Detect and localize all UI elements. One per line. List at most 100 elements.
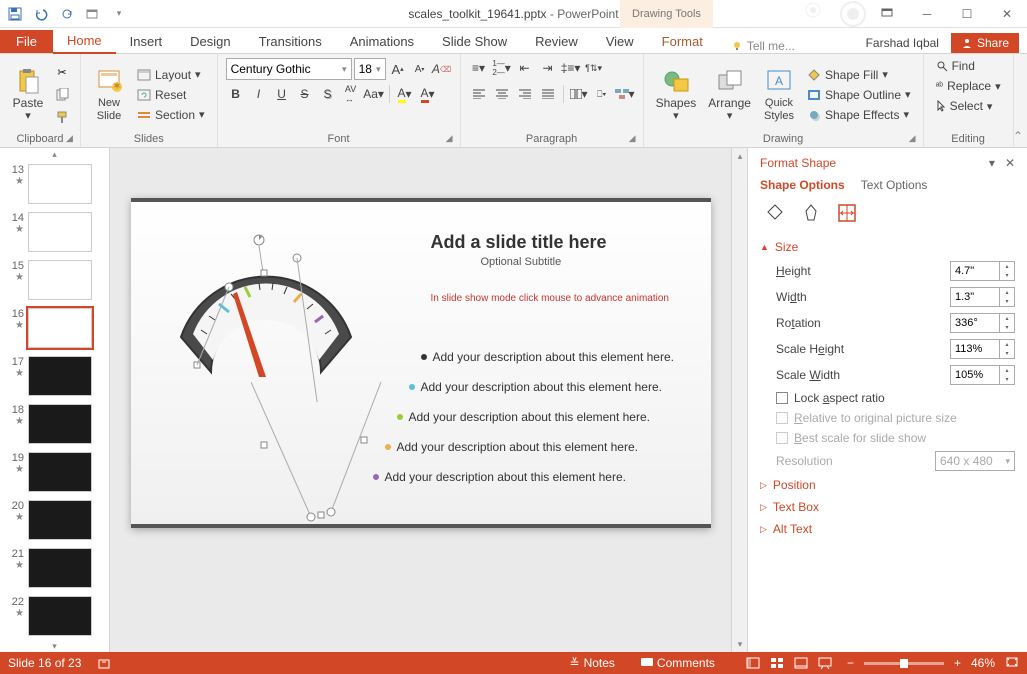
gauge-shape[interactable] (151, 222, 381, 402)
smartart-icon[interactable]: ▾ (615, 84, 635, 104)
thumbnail-17[interactable]: 17★ (0, 352, 109, 400)
thumbnail-14[interactable]: 14★ (0, 208, 109, 256)
thumbnail-22[interactable]: 22★ (0, 592, 109, 640)
reset-button[interactable]: Reset (133, 87, 209, 103)
strikethrough-icon[interactable]: S (295, 84, 315, 104)
underline-icon[interactable]: U (272, 84, 292, 104)
ribbon-options-icon[interactable] (867, 0, 907, 28)
thumbnail-15[interactable]: 15★ (0, 256, 109, 304)
comments-button[interactable]: Comments (641, 656, 715, 670)
transitions-tab[interactable]: Transitions (245, 30, 336, 53)
clear-formatting-icon[interactable]: A⌫ (432, 59, 452, 79)
undo-icon[interactable] (30, 3, 52, 25)
share-button[interactable]: Share (951, 33, 1019, 53)
line-spacing-icon[interactable]: ‡≡▾ (561, 58, 581, 78)
zoom-in-icon[interactable]: + (954, 656, 961, 670)
zoom-level[interactable]: 46% (971, 656, 995, 670)
bullet-4[interactable]: Add your description about this element … (373, 470, 626, 484)
copy-icon[interactable] (52, 85, 72, 105)
sorter-view-icon[interactable] (765, 653, 789, 673)
size-section[interactable]: ▲Size (760, 236, 1015, 258)
arrange-button[interactable]: Arrange▾ (704, 58, 755, 131)
insert-tab[interactable]: Insert (116, 30, 177, 53)
highlight-icon[interactable]: A▾ (395, 84, 415, 104)
rotation-spinner[interactable]: ▴▾ (950, 313, 1015, 333)
bullets-icon[interactable]: ≡▾ (469, 58, 489, 78)
scale-height-spinner[interactable]: ▴▾ (950, 339, 1015, 359)
align-left-icon[interactable] (469, 84, 489, 104)
align-right-icon[interactable] (515, 84, 535, 104)
design-tab[interactable]: Design (176, 30, 244, 53)
thumbnail-20[interactable]: 20★ (0, 496, 109, 544)
replace-button[interactable]: ᵃᵇReplace ▾ (932, 78, 1005, 94)
normal-view-icon[interactable] (741, 653, 765, 673)
find-button[interactable]: Find (932, 58, 1005, 74)
textbox-section[interactable]: ▷Text Box (760, 496, 1015, 518)
pane-close-icon[interactable]: ✕ (1005, 156, 1015, 170)
zoom-out-icon[interactable]: − (847, 656, 854, 670)
bullet-0[interactable]: Add your description about this element … (421, 350, 674, 364)
grow-font-icon[interactable]: A▴ (388, 59, 408, 79)
align-text-icon[interactable]: ⎕▾ (592, 84, 612, 104)
paragraph-launcher[interactable]: ◢ (629, 133, 641, 145)
zoom-slider[interactable] (864, 662, 944, 665)
char-spacing-icon[interactable]: AV↔ (341, 84, 361, 104)
new-slide-button[interactable]: ✶ New Slide (89, 58, 129, 131)
review-tab[interactable]: Review (521, 30, 592, 53)
drawing-launcher[interactable]: ◢ (909, 133, 921, 145)
fit-to-window-icon[interactable] (1005, 656, 1019, 671)
maximize-icon[interactable]: ☐ (947, 0, 987, 28)
font-name-combo[interactable]: Century Gothic▾ (226, 58, 352, 80)
fill-line-icon[interactable] (764, 202, 786, 224)
slide-subtitle[interactable]: Optional Subtitle (481, 256, 562, 268)
italic-icon[interactable]: I (249, 84, 269, 104)
spell-check-icon[interactable] (97, 656, 111, 670)
close-icon[interactable]: ✕ (987, 0, 1027, 28)
pane-menu-icon[interactable]: ▾ (989, 156, 995, 170)
slide-note[interactable]: In slide show mode click mouse to advanc… (431, 292, 681, 305)
shape-options-tab[interactable]: Shape Options (760, 178, 845, 192)
justify-icon[interactable] (538, 84, 558, 104)
columns-icon[interactable]: ▾ (569, 84, 589, 104)
shapes-button[interactable]: Shapes▾ (652, 58, 701, 131)
bullet-3[interactable]: Add your description about this element … (385, 440, 638, 454)
shadow-icon[interactable]: S (318, 84, 338, 104)
slide-canvas[interactable]: Add a slide title here Optional Subtitle… (110, 148, 731, 652)
font-color-icon[interactable]: A▾ (418, 84, 438, 104)
thumb-scroll-up[interactable]: ▴ (0, 148, 109, 160)
shrink-font-icon[interactable]: A▾ (410, 59, 430, 79)
redo-icon[interactable] (56, 3, 78, 25)
view-tab[interactable]: View (592, 30, 648, 53)
notes-button[interactable]: ≚ Notes (570, 656, 615, 670)
text-direction-icon[interactable]: ¶⇅▾ (584, 58, 604, 78)
selection-handles[interactable] (251, 382, 451, 532)
slide-counter[interactable]: Slide 16 of 23 (8, 656, 81, 670)
shape-effects-button[interactable]: Shape Effects ▾ (803, 107, 915, 123)
home-tab[interactable]: Home (53, 29, 116, 54)
minimize-icon[interactable]: ─ (907, 0, 947, 28)
thumbnail-18[interactable]: 18★ (0, 400, 109, 448)
thumbnail-21[interactable]: 21★ (0, 544, 109, 592)
scale-width-spinner[interactable]: ▴▾ (950, 365, 1015, 385)
thumbnail-19[interactable]: 19★ (0, 448, 109, 496)
collapse-ribbon-icon[interactable]: ⌃ (1013, 129, 1023, 143)
shape-fill-button[interactable]: Shape Fill ▾ (803, 67, 915, 83)
scroll-down-icon[interactable]: ▾ (732, 636, 748, 652)
bullet-1[interactable]: Add your description about this element … (409, 380, 662, 394)
scroll-up-icon[interactable]: ▴ (732, 148, 748, 164)
numbering-icon[interactable]: 1—2—▾ (492, 58, 512, 78)
clipboard-launcher[interactable]: ◢ (66, 133, 78, 145)
slideshow-view-icon[interactable] (813, 653, 837, 673)
qat-more-icon[interactable]: ▾ (108, 3, 130, 25)
thumbnail-16[interactable]: 16★ (0, 304, 109, 352)
lock-aspect-checkbox[interactable]: Lock aspect ratio (760, 388, 1015, 408)
thumbnail-13[interactable]: 13★ (0, 160, 109, 208)
width-spinner[interactable]: ▴▾ (950, 287, 1015, 307)
canvas-scrollbar[interactable]: ▴ ▾ (731, 148, 747, 652)
cut-icon[interactable]: ✂ (52, 63, 72, 83)
tell-me-search[interactable]: Tell me... (731, 39, 795, 53)
font-launcher[interactable]: ◢ (446, 133, 458, 145)
shape-outline-button[interactable]: Shape Outline ▾ (803, 87, 915, 103)
reading-view-icon[interactable] (789, 653, 813, 673)
file-tab[interactable]: File (0, 30, 53, 53)
